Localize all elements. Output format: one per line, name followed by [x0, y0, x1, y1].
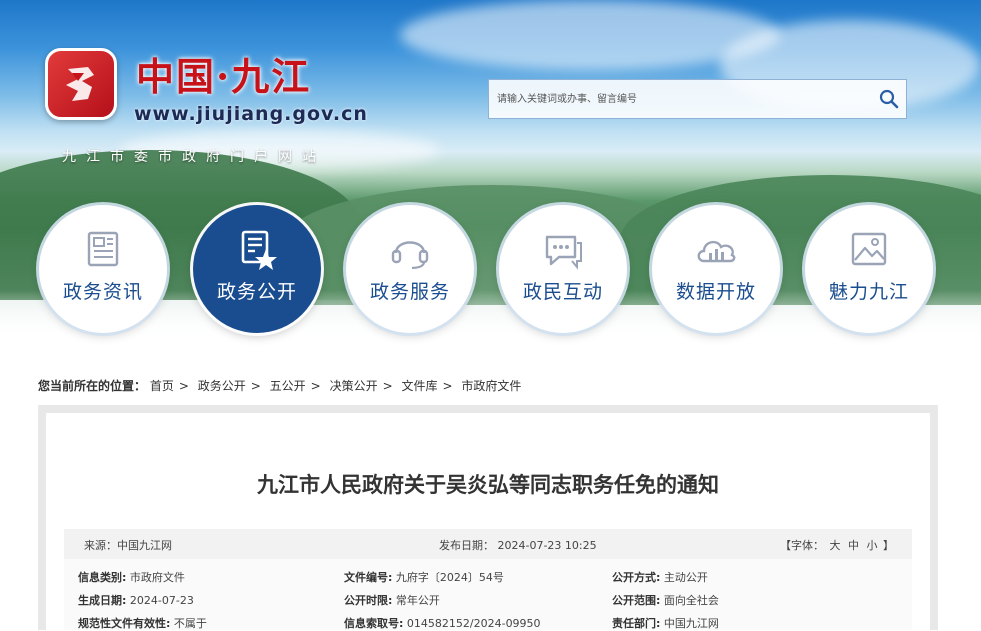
info-dept-value: 中国九江网 — [663, 617, 719, 630]
info-index-no-value: 014582152/2024-09950 — [406, 617, 541, 630]
breadcrumb-file-library[interactable]: 文件库 — [401, 379, 437, 393]
info-gen-date-key: 生成日期: — [78, 594, 127, 607]
nav-label: 魅力九江 — [828, 281, 909, 303]
info-period-key: 公开时限: — [344, 594, 393, 607]
font-size-open: 【字体： — [780, 539, 824, 552]
breadcrumb-decision-open[interactable]: 决策公开 — [330, 379, 378, 393]
info-index-no: 信息索取号: 014582152/2024-09950 — [344, 615, 541, 631]
article-source: 来源：中国九江网 — [84, 539, 172, 552]
nav-item-interaction[interactable]: 政民互动 — [499, 205, 627, 333]
info-gen-date-value: 2024-07-23 — [129, 594, 194, 607]
breadcrumb-separator: > — [178, 379, 189, 393]
font-size-small[interactable]: 小 — [867, 539, 878, 552]
document-star-icon — [241, 230, 277, 270]
info-method-key: 公开方式: — [612, 571, 661, 584]
info-method: 公开方式: 主动公开 — [612, 569, 708, 585]
newspaper-icon — [87, 231, 119, 267]
info-method-value: 主动公开 — [663, 571, 708, 584]
breadcrumb-city-gov-files[interactable]: 市政府文件 — [461, 379, 521, 393]
breadcrumb-separator: > — [310, 379, 321, 393]
breadcrumb: 您当前所在的位置： 首页 > 政务公开 > 五公开 > 决策公开 > 文件库 > 市政府文… — [38, 377, 521, 394]
info-gen-date: 生成日期: 2024-07-23 — [78, 592, 194, 608]
main-nav: 政务资讯 政务公开 政务服务 政民互动 数据开放 魅力九江 — [0, 0, 981, 345]
info-validity-value: 不属于 — [173, 617, 207, 630]
info-category: 信息类别: 市政府文件 — [78, 569, 185, 585]
info-index-no-key: 信息索取号: — [344, 617, 404, 630]
info-period-value: 常年公开 — [395, 594, 440, 607]
info-doc-no-key: 文件编号: — [344, 571, 393, 584]
nav-item-gov-open[interactable]: 政务公开 — [193, 205, 321, 333]
breadcrumb-prefix: 您当前所在的位置： — [38, 379, 147, 393]
breadcrumb-separator: > — [250, 379, 261, 393]
info-doc-no: 文件编号: 九府字〔2024〕54号 — [344, 569, 504, 585]
breadcrumb-five-open[interactable]: 五公开 — [270, 379, 306, 393]
nav-item-gov-service[interactable]: 政务服务 — [346, 205, 474, 333]
font-size-close: 】 — [883, 539, 894, 552]
font-size-large[interactable]: 大 — [830, 539, 841, 552]
info-scope: 公开范围: 面向全社会 — [612, 592, 719, 608]
nav-label: 政民互动 — [522, 281, 603, 303]
info-dept: 责任部门: 中国九江网 — [612, 615, 719, 631]
nav-label: 政务服务 — [369, 281, 450, 303]
font-size-switcher: 【字体： 大 中 小 】 — [780, 537, 894, 553]
article-title: 九江市人民政府关于吴炎弘等同志职务任免的通知 — [257, 473, 719, 497]
breadcrumb-separator: > — [382, 379, 393, 393]
info-doc-no-value: 九府字〔2024〕54号 — [395, 571, 504, 584]
nav-label: 政务资讯 — [62, 281, 143, 303]
cloud-chart-icon — [697, 240, 736, 263]
info-validity: 规范性文件有效性: 不属于 — [78, 615, 207, 631]
article-panel: 九江市人民政府关于吴炎弘等同志职务任免的通知 来源：中国九江网 发布日期： 20… — [38, 405, 938, 630]
info-period: 公开时限: 常年公开 — [344, 592, 440, 608]
headset-icon — [391, 241, 429, 270]
font-size-medium[interactable]: 中 — [848, 539, 859, 552]
article-publish-date: 发布日期： 2024-07-23 10:25 — [439, 539, 597, 552]
info-category-key: 信息类别: — [78, 571, 127, 584]
info-dept-key: 责任部门: — [612, 617, 661, 630]
breadcrumb-gov-open[interactable]: 政务公开 — [198, 379, 246, 393]
info-validity-key: 规范性文件有效性: — [78, 617, 171, 630]
breadcrumb-separator: > — [442, 379, 453, 393]
article-body: 九江市人民政府关于吴炎弘等同志职务任免的通知 来源：中国九江网 发布日期： 20… — [46, 413, 930, 630]
info-scope-key: 公开范围: — [612, 594, 661, 607]
info-scope-value: 面向全社会 — [663, 594, 719, 607]
info-category-value: 市政府文件 — [129, 571, 185, 584]
chat-bubble-icon — [545, 235, 582, 270]
nav-item-news[interactable]: 政务资讯 — [39, 205, 167, 333]
article-info-table: 信息类别: 市政府文件 文件编号: 九府字〔2024〕54号 公开方式: 主动公… — [64, 559, 912, 630]
breadcrumb-home[interactable]: 首页 — [150, 379, 174, 393]
nav-label: 数据开放 — [675, 281, 756, 303]
nav-item-charm-jiujiang[interactable]: 魅力九江 — [805, 205, 933, 333]
nav-item-open-data[interactable]: 数据开放 — [652, 205, 780, 333]
article-meta-bar: 来源：中国九江网 发布日期： 2024-07-23 10:25 【字体： 大 中… — [64, 529, 912, 559]
picture-icon — [851, 232, 887, 266]
nav-label: 政务公开 — [216, 281, 297, 303]
